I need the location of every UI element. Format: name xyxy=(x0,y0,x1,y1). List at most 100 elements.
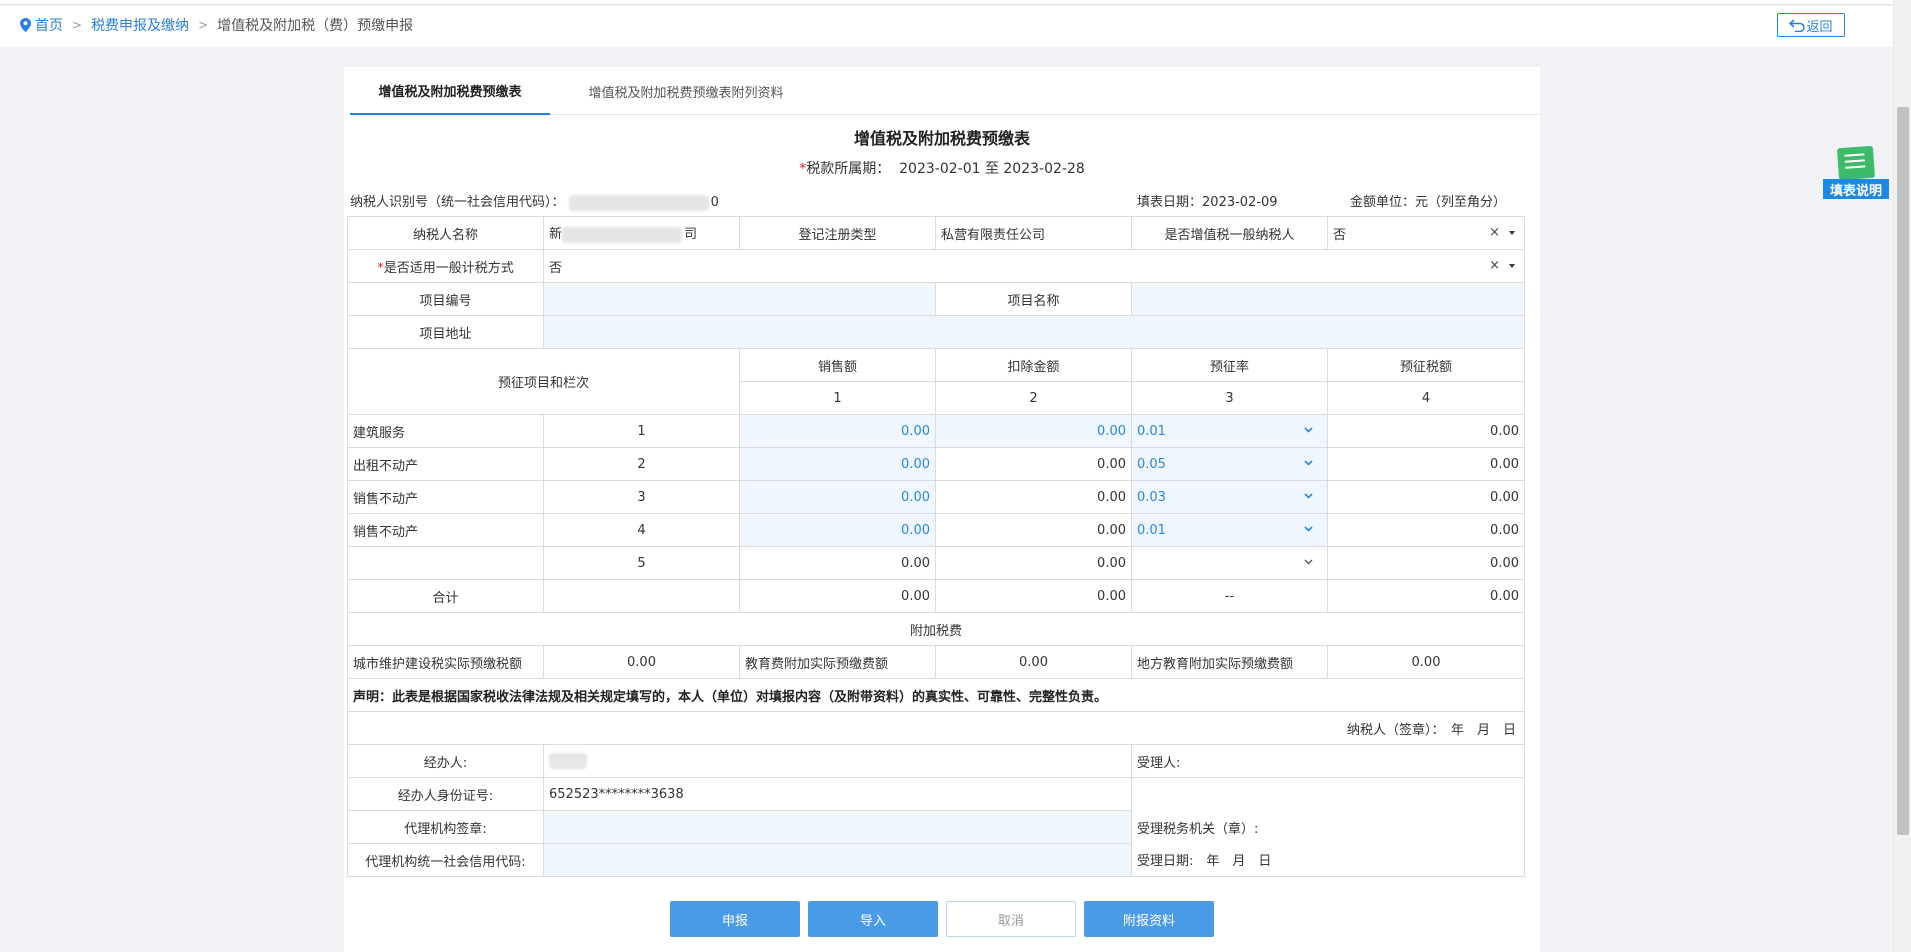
prepay-table: 纳税人名称 新司 登记注册类型 私营有限责任公司 是否增值税一般纳税人 否 × *… xyxy=(347,216,1525,877)
tax-value: 0.00 xyxy=(1327,447,1525,481)
chevron-down-icon xyxy=(1304,427,1313,433)
tax-office-label: 受理税务机关（章）: xyxy=(1131,810,1525,844)
surtax-section-row: 附加税费 xyxy=(347,612,1525,646)
row-no: 5 xyxy=(543,546,740,580)
taxpayer-name-label: 纳税人名称 xyxy=(347,216,544,250)
redacted-operator-name xyxy=(549,753,587,769)
local-edu-fee-value: 0.00 xyxy=(1327,645,1525,679)
chevron-down-icon xyxy=(1304,526,1313,532)
tax-period-value: 2023-02-01 至 2023-02-28 xyxy=(899,161,1085,177)
project-addr-row: 项目地址 xyxy=(347,315,1525,349)
operator-label: 经办人: xyxy=(347,744,544,778)
rate-select[interactable]: 0.01 xyxy=(1131,414,1328,448)
fill-date: 填表日期：2023-02-09 xyxy=(1137,195,1278,210)
breadcrumb-bar: 首页 > 税费申报及缴纳 > 增值税及附加税（费）预缴申报 返回 xyxy=(0,6,1893,47)
total-tax: 0.00 xyxy=(1327,579,1525,613)
signature-row: 纳税人（签章）： 年 月 日 xyxy=(347,711,1525,745)
operator-value xyxy=(543,744,1132,778)
total-label: 合计 xyxy=(347,579,544,613)
tax-value: 0.00 xyxy=(1327,414,1525,448)
general-taxpayer-label: 是否增值税一般纳税人 xyxy=(1131,216,1328,250)
taxpayer-id-tail: 0 xyxy=(710,195,719,210)
tax-period: *税款所属期： 2023-02-01 至 2023-02-28 xyxy=(344,158,1540,178)
reg-type-value: 私营有限责任公司 xyxy=(935,216,1132,250)
row-item: 销售不动产 xyxy=(347,480,544,514)
deduct-value: 0.00 xyxy=(935,513,1132,547)
caret-down-icon[interactable] xyxy=(1509,231,1515,235)
row-no: 1 xyxy=(543,414,740,448)
table-row: 建筑服务 1 0.00 0.00 0.01 0.00 xyxy=(347,414,1525,448)
agency-code-row: 代理机构统一社会信用代码: 受理日期: 年 月 日 xyxy=(347,843,1525,877)
breadcrumb-separator: > xyxy=(72,18,83,32)
submit-button[interactable]: 申报 xyxy=(670,901,800,937)
city-tax-label: 城市维护建设税实际预缴税额 xyxy=(347,645,544,679)
surtax-section-label: 附加税费 xyxy=(347,612,1525,646)
edu-fee-value: 0.00 xyxy=(935,645,1132,679)
col-sales-header: 销售额 xyxy=(739,348,936,382)
breadcrumb-current: 增值税及附加税（费）预缴申报 xyxy=(217,18,414,34)
breadcrumb-tax-link[interactable]: 税费申报及缴纳 xyxy=(91,15,189,35)
chevron-down-icon xyxy=(1304,460,1313,466)
total-sales: 0.00 xyxy=(739,579,936,613)
tab-bar: 增值税及附加税费预缴表 增值税及附加税费预缴表附列资料 xyxy=(350,67,1540,115)
project-addr-input[interactable] xyxy=(543,315,1525,349)
sales-value: 0.00 xyxy=(739,546,936,580)
rate-select[interactable]: 0.05 xyxy=(1131,447,1328,481)
rate-select[interactable]: 0.03 xyxy=(1131,480,1328,514)
agency-code-input[interactable] xyxy=(543,843,1132,877)
tax-period-label: 税款所属期： xyxy=(806,161,891,177)
row-no: 2 xyxy=(543,447,740,481)
page-scrollbar[interactable] xyxy=(1893,0,1911,952)
import-button[interactable]: 导入 xyxy=(808,901,938,937)
operator-row: 经办人: 受理人: xyxy=(347,744,1525,778)
project-name-input[interactable] xyxy=(1131,282,1525,316)
breadcrumb-separator: > xyxy=(198,18,209,32)
agency-code-label: 代理机构统一社会信用代码: xyxy=(347,843,544,877)
fill-instructions-label: 填表说明 xyxy=(1823,179,1889,199)
location-pin-icon xyxy=(20,18,31,32)
rate-select[interactable] xyxy=(1131,546,1328,580)
prepay-header-row: 预征项目和栏次 销售额 扣除金额 预征率 预征税额 xyxy=(347,348,1525,415)
col-rate-header: 预征率 xyxy=(1131,348,1328,382)
attach-materials-button[interactable]: 附报资料 xyxy=(1084,901,1214,937)
row-item: 建筑服务 xyxy=(347,414,544,448)
tab-prepay-form[interactable]: 增值税及附加税费预缴表 xyxy=(350,67,550,115)
sales-input[interactable]: 0.00 xyxy=(739,480,936,514)
sales-input[interactable]: 0.00 xyxy=(739,447,936,481)
return-arrow-icon xyxy=(1789,19,1806,32)
top-strip xyxy=(0,0,1911,5)
row-item: 出租不动产 xyxy=(347,447,544,481)
general-taxpayer-select[interactable]: 否 × xyxy=(1327,216,1525,250)
tax-value: 0.00 xyxy=(1327,546,1525,580)
deduct-value: 0.00 xyxy=(935,447,1132,481)
scrollbar-thumb[interactable] xyxy=(1897,107,1909,835)
chevron-down-icon xyxy=(1304,559,1313,565)
declaration-row: 声明：此表是根据国家税收法律法规及相关规定填写的，本人（单位）对填报内容（及附带… xyxy=(347,678,1525,712)
taxpayer-name-value: 新司 xyxy=(543,216,740,250)
cancel-button[interactable]: 取消 xyxy=(946,901,1076,937)
deduct-input[interactable]: 0.00 xyxy=(935,414,1132,448)
agency-sign-input[interactable] xyxy=(543,810,1132,844)
tax-method-select[interactable]: 否 × xyxy=(543,249,1525,283)
back-button[interactable]: 返回 xyxy=(1777,13,1845,37)
total-deduct: 0.00 xyxy=(935,579,1132,613)
rate-select[interactable]: 0.01 xyxy=(1131,513,1328,547)
operator-id-value: 652523********3638 xyxy=(543,777,1132,811)
project-no-input[interactable] xyxy=(543,282,936,316)
breadcrumb: 首页 > 税费申报及缴纳 > 增值税及附加税（费）预缴申报 xyxy=(20,15,413,35)
fill-instructions-button[interactable]: 填表说明 xyxy=(1823,144,1889,200)
back-button-label: 返回 xyxy=(1806,19,1833,35)
caret-down-icon[interactable] xyxy=(1509,264,1515,268)
amount-unit: 金额单位：元（列至角分） xyxy=(1350,195,1507,210)
breadcrumb-home-link[interactable]: 首页 xyxy=(35,15,63,35)
deduct-value: 0.00 xyxy=(935,546,1132,580)
taxpayer-id-label: 纳税人识别号（统一社会信用代码）： xyxy=(350,195,565,210)
tab-prepay-attachment[interactable]: 增值税及附加税费预缴表附列资料 xyxy=(568,67,804,115)
declaration-text: 声明：此表是根据国家税收法律法规及相关规定填写的，本人（单位）对填报内容（及附带… xyxy=(347,678,1525,712)
deduct-value: 0.00 xyxy=(935,480,1132,514)
sales-input[interactable]: 0.00 xyxy=(739,513,936,547)
clear-icon[interactable]: × xyxy=(1489,225,1500,240)
sales-input[interactable]: 0.00 xyxy=(739,414,936,448)
accept-date-label: 受理日期: 年 月 日 xyxy=(1131,843,1525,877)
clear-icon[interactable]: × xyxy=(1489,258,1500,273)
